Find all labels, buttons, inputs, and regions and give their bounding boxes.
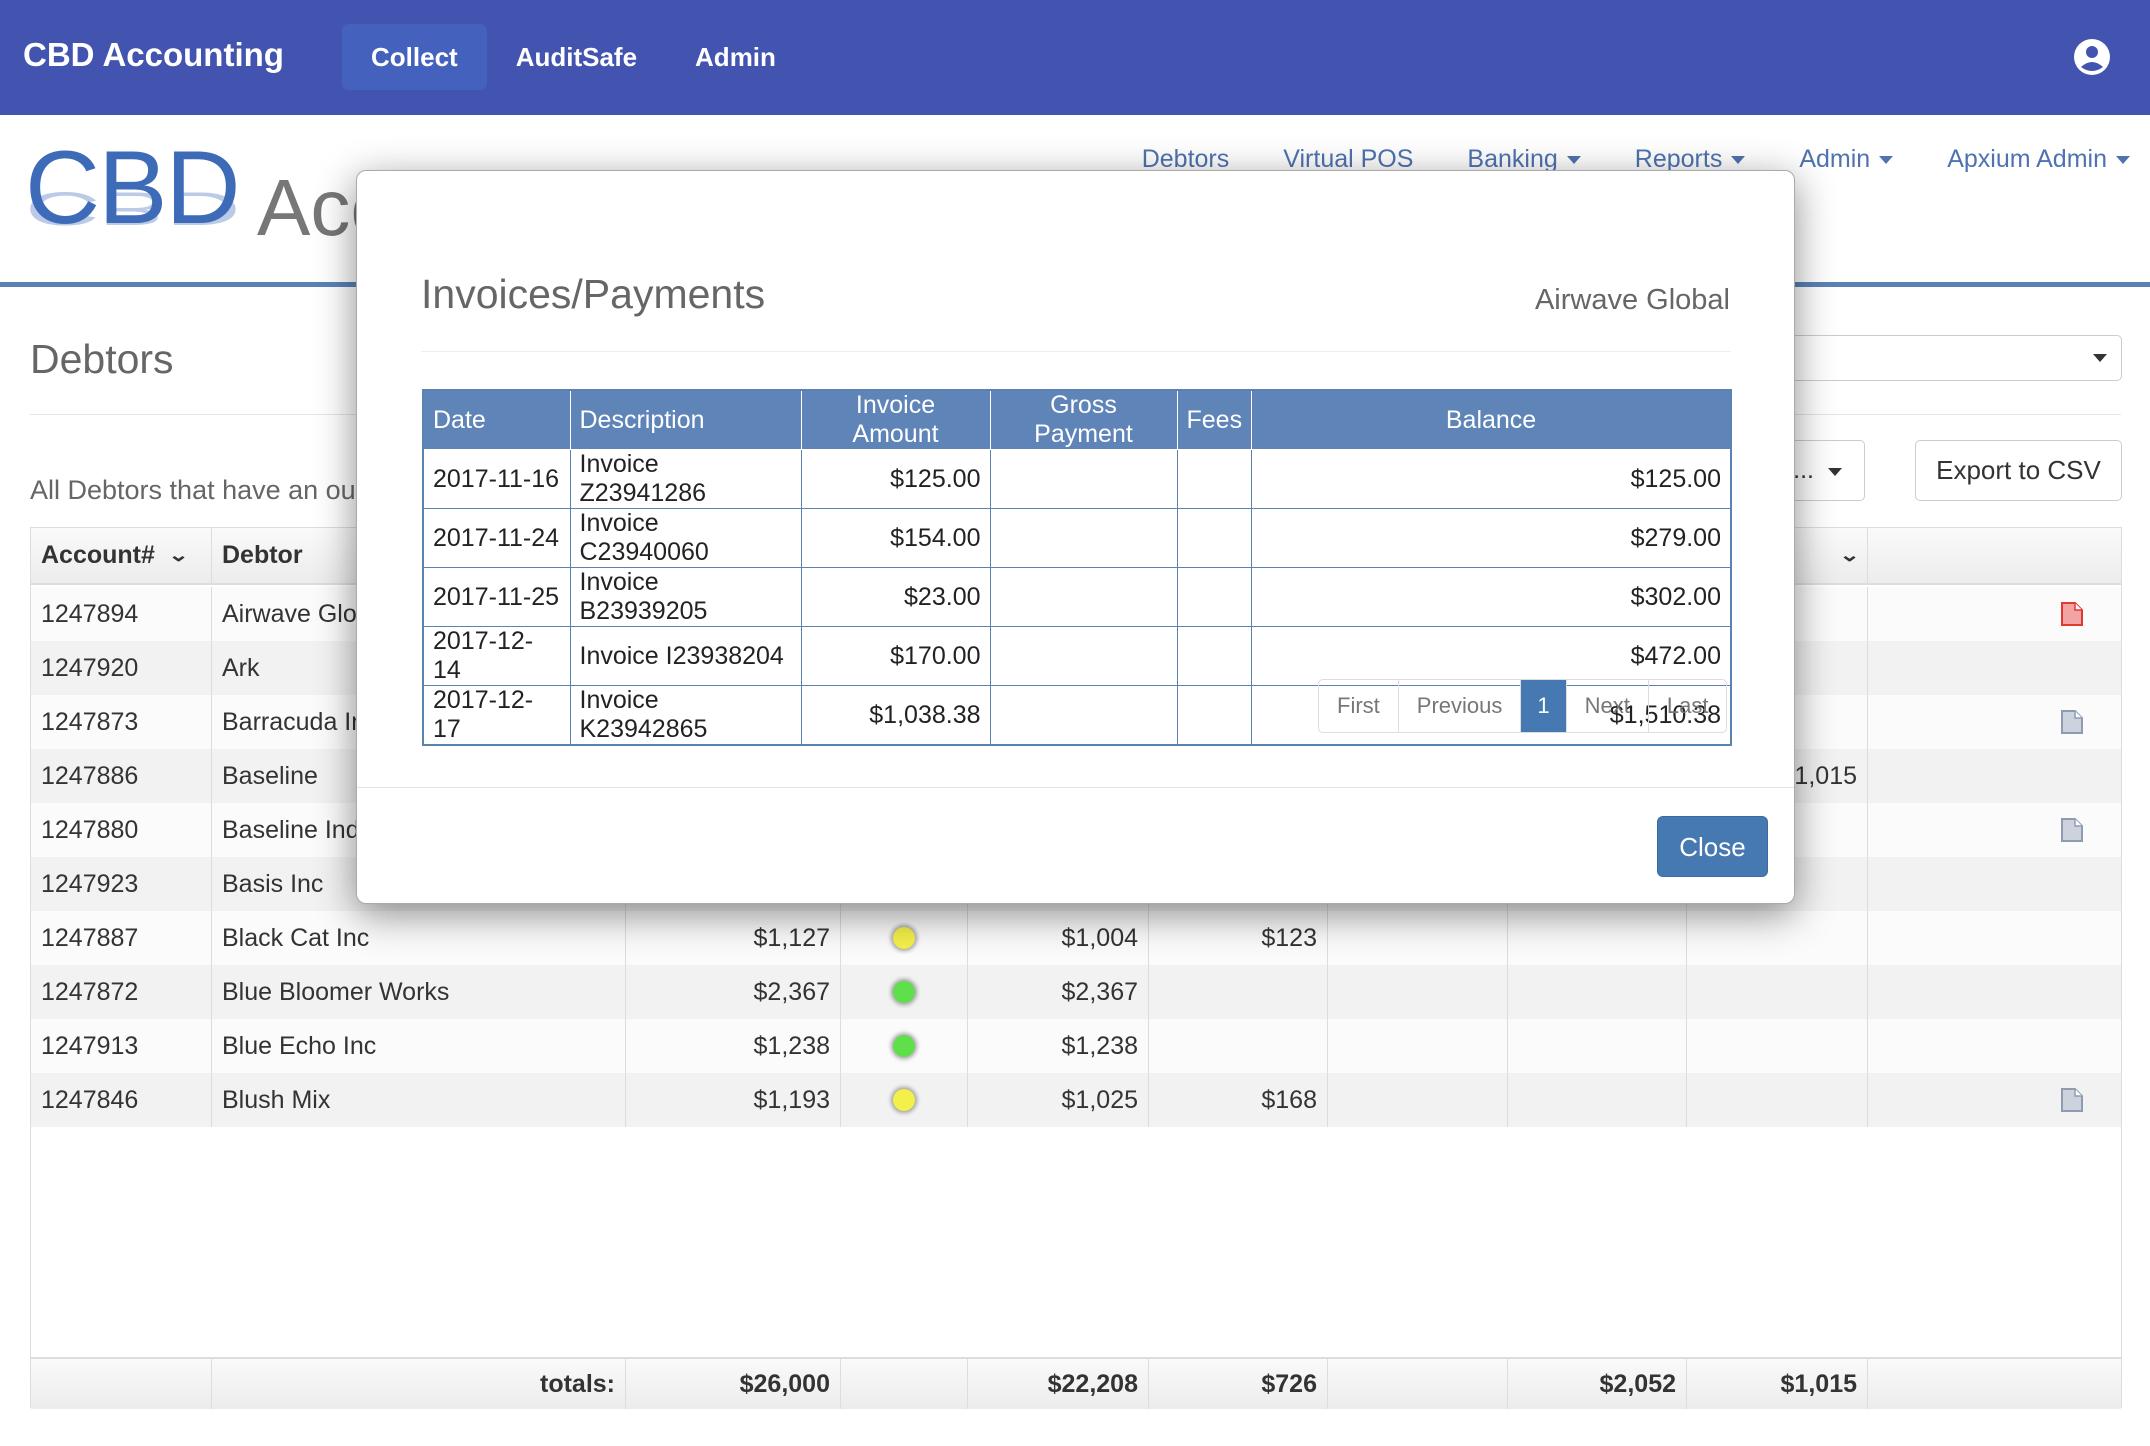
- invoice-amount-cell: $1,038.38: [800, 685, 991, 746]
- description-cell: Invoice I23938204: [569, 626, 802, 686]
- modal-header-divider: [421, 351, 1731, 352]
- invoice-amount-cell: $170.00: [800, 626, 991, 686]
- date-cell: 2017-12-17: [422, 685, 571, 746]
- description-cell: Invoice B23939205: [569, 567, 802, 627]
- date-cell: 2017-12-14: [422, 626, 571, 686]
- page-current[interactable]: 1: [1521, 680, 1567, 732]
- invoice-row[interactable]: 2017-11-16 Invoice Z23941286 $125.00 $125.0…: [422, 449, 1732, 509]
- invoice-row[interactable]: 2017-11-25 Invoice B23939205 $23.00 $302.00: [422, 567, 1732, 627]
- fees-cell: [1176, 626, 1253, 686]
- gross-payment-cell: [989, 626, 1178, 686]
- description-cell: Invoice Z23941286: [569, 449, 802, 509]
- modal-title: Invoices/Payments: [421, 271, 766, 317]
- gross-payment-cell: [989, 567, 1178, 627]
- col-fees: Fees: [1176, 390, 1253, 450]
- col-balance: Balance: [1251, 390, 1732, 450]
- gross-payment-cell: [989, 449, 1178, 509]
- fees-cell: [1176, 685, 1253, 746]
- balance-cell: $302.00: [1251, 567, 1732, 627]
- balance-cell: $125.00: [1251, 449, 1732, 509]
- col-description: Description: [569, 390, 802, 450]
- gross-payment-cell: [989, 685, 1178, 746]
- col-gross-payment: Gross Payment: [989, 390, 1178, 450]
- invoice-row[interactable]: 2017-11-24 Invoice C23940060 $154.00 $279.0…: [422, 508, 1732, 568]
- fees-cell: [1176, 449, 1253, 509]
- page-last[interactable]: Last: [1649, 680, 1727, 732]
- date-cell: 2017-11-24: [422, 508, 571, 568]
- page-previous[interactable]: Previous: [1399, 680, 1522, 732]
- close-button[interactable]: Close: [1657, 816, 1768, 877]
- modal-footer-divider: [357, 787, 1794, 788]
- invoice-amount-cell: $23.00: [800, 567, 991, 627]
- description-cell: Invoice C23940060: [569, 508, 802, 568]
- balance-cell: $472.00: [1251, 626, 1732, 686]
- page-first[interactable]: First: [1319, 680, 1399, 732]
- gross-payment-cell: [989, 508, 1178, 568]
- balance-cell: $279.00: [1251, 508, 1732, 568]
- fees-cell: [1176, 508, 1253, 568]
- pagination: First Previous 1 Next Last: [1318, 679, 1728, 733]
- col-date: Date: [422, 390, 571, 450]
- invoice-row[interactable]: 2017-12-14 Invoice I23938204 $170.00 $472.0…: [422, 626, 1732, 686]
- date-cell: 2017-11-25: [422, 567, 571, 627]
- invoices-payments-modal: Invoices/Payments Airwave Global Date De…: [356, 170, 1795, 904]
- description-cell: Invoice K23942865: [569, 685, 802, 746]
- invoice-amount-cell: $154.00: [800, 508, 991, 568]
- date-cell: 2017-11-16: [422, 449, 571, 509]
- invoices-table-header: Date Description Invoice Amount Gross Pa…: [422, 390, 1732, 450]
- page-next[interactable]: Next: [1567, 680, 1649, 732]
- modal-company-name: Airwave Global: [1534, 284, 1730, 316]
- col-invoice-amount: Invoice Amount: [800, 390, 991, 450]
- fees-cell: [1176, 567, 1253, 627]
- invoice-amount-cell: $125.00: [800, 449, 991, 509]
